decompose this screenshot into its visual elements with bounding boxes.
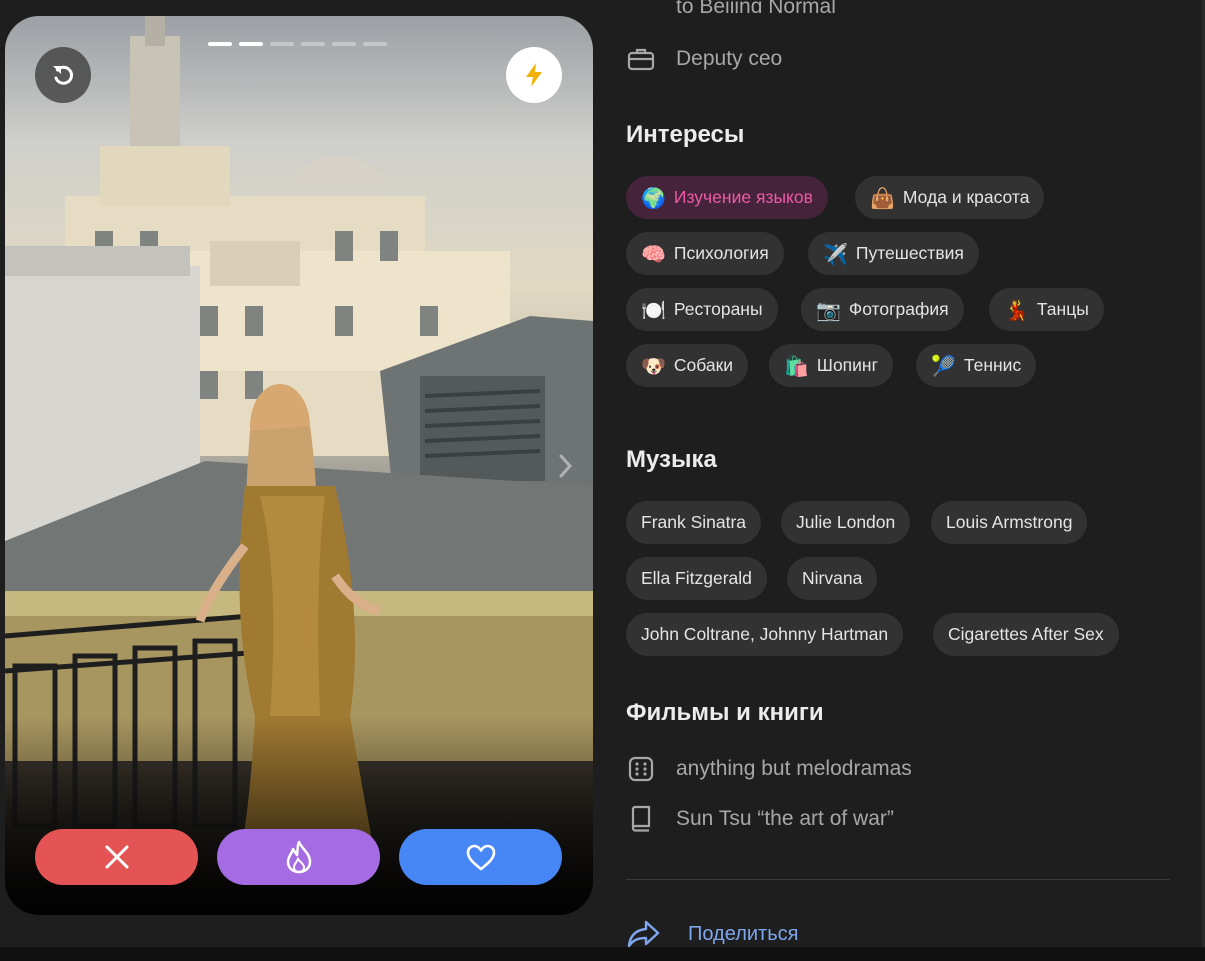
dice-icon xyxy=(626,754,656,784)
undo-icon xyxy=(53,65,73,85)
interest-emoji-icon: 📷 xyxy=(816,297,841,322)
book-text: Sun Tsu “the art of war” xyxy=(676,807,894,830)
profile-photo-card[interactable] xyxy=(5,16,593,915)
films-books-heading: Фильмы и книги xyxy=(626,699,824,726)
interest-label: Теннис xyxy=(963,355,1022,375)
interest-chip[interactable]: 👜 Мода и красота xyxy=(855,176,1045,219)
interest-emoji-icon: 🧠 xyxy=(641,241,666,266)
photo-progress-bar xyxy=(208,42,387,46)
interest-chip[interactable]: 🧠 Психология xyxy=(626,232,784,275)
film-text: anything but melodramas xyxy=(676,757,912,780)
interest-chip[interactable]: 📷 Фотография xyxy=(801,288,964,331)
interest-emoji-icon: 🎾 xyxy=(931,353,956,378)
interest-label: Фотография xyxy=(848,299,949,319)
interests-heading: Интересы xyxy=(626,121,745,148)
next-photo-button[interactable] xyxy=(545,446,585,486)
boost-button[interactable] xyxy=(506,47,562,103)
nope-button[interactable] xyxy=(35,829,198,885)
window-bottom-strip xyxy=(0,947,1205,961)
job-row: Deputy ceo xyxy=(626,44,782,74)
interest-emoji-icon: 💃 xyxy=(1004,297,1029,322)
interest-label: Собаки xyxy=(673,355,734,375)
photo-progress-segment[interactable] xyxy=(239,42,263,46)
music-chip[interactable]: Julie London xyxy=(781,501,911,544)
heart-icon xyxy=(466,844,495,871)
photo-progress-segment[interactable] xyxy=(301,42,325,46)
interest-emoji-icon: 🍽️ xyxy=(641,297,666,322)
film-row: anything but melodramas xyxy=(626,754,912,784)
briefcase-icon xyxy=(626,44,656,74)
close-icon xyxy=(105,845,128,869)
interest-emoji-icon: 🌍 xyxy=(641,185,666,210)
interest-label: Рестораны xyxy=(673,299,763,319)
interest-chip[interactable]: 🛍️ Шопинг xyxy=(769,344,893,387)
super-like-button[interactable] xyxy=(217,829,380,885)
photo-progress-segment[interactable] xyxy=(363,42,387,46)
music-chip[interactable]: Ella Fitzgerald xyxy=(626,557,767,600)
music-chip[interactable]: John Coltrane, Johnny Hartman xyxy=(626,613,904,656)
music-chip[interactable]: Nirvana xyxy=(787,557,878,600)
share-label: Поделиться xyxy=(688,922,799,945)
share-icon xyxy=(627,920,660,948)
interest-label: Шопинг xyxy=(816,355,878,375)
interest-label: Мода и красота xyxy=(902,187,1030,207)
job-title: Deputy ceo xyxy=(676,47,783,70)
lightning-icon xyxy=(526,63,542,87)
chevron-right-icon xyxy=(559,454,573,478)
interest-emoji-icon: 🛍️ xyxy=(784,353,809,378)
interest-chip[interactable]: 🍽️ Рестораны xyxy=(626,288,778,331)
music-chip[interactable]: Louis Armstrong xyxy=(931,501,1088,544)
interest-chip[interactable]: 🐶 Собаки xyxy=(626,344,749,387)
music-heading: Музыка xyxy=(626,446,717,473)
interest-chip[interactable]: 🌍 Изучение языков xyxy=(626,176,828,219)
like-button[interactable] xyxy=(399,829,562,885)
interest-chip[interactable]: 💃 Танцы xyxy=(989,288,1104,331)
interest-label: Путешествия xyxy=(855,243,964,263)
interest-emoji-icon: ✈️ xyxy=(823,241,848,266)
divider xyxy=(626,879,1170,880)
share-button[interactable]: Поделиться xyxy=(626,918,798,950)
interest-chip[interactable]: 🎾 Теннис xyxy=(916,344,1037,387)
photo-progress-segment[interactable] xyxy=(332,42,356,46)
profile-photo xyxy=(5,16,593,915)
interest-chip[interactable]: ✈️ Путешествия xyxy=(808,232,979,275)
interest-label: Танцы xyxy=(1036,299,1089,319)
music-chip[interactable]: Cigarettes After Sex xyxy=(933,613,1119,656)
interest-emoji-icon: 🐶 xyxy=(641,353,666,378)
music-chip[interactable]: Frank Sinatra xyxy=(626,501,762,544)
interest-emoji-icon: 👜 xyxy=(870,185,895,210)
undo-button[interactable] xyxy=(35,47,91,103)
interest-label: Психология xyxy=(673,243,769,263)
interest-label: Изучение языков xyxy=(673,187,813,207)
book-icon xyxy=(626,804,656,834)
timezone-text: to Beijing Normal xyxy=(676,0,836,13)
flame-icon xyxy=(286,840,311,874)
photo-progress-segment[interactable] xyxy=(208,42,232,46)
photo-progress-segment[interactable] xyxy=(270,42,294,46)
book-row: Sun Tsu “the art of war” xyxy=(626,804,894,834)
